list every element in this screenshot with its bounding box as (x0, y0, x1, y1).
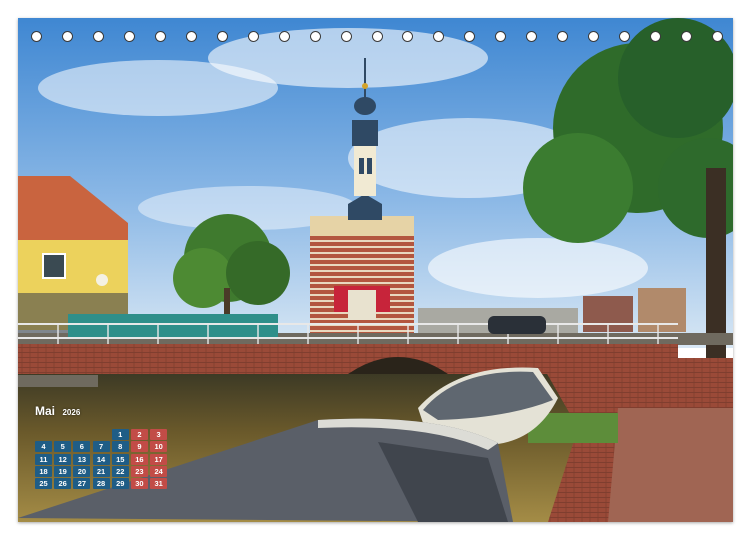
binding-hole (185, 31, 197, 42)
year-label: 2026 (62, 408, 81, 417)
calendar-day: 19 (54, 465, 72, 477)
binding-hole (92, 31, 104, 42)
calendar-empty-cell (35, 429, 52, 440)
calendar-day: 28 (92, 478, 110, 490)
calendar-day: 7 (92, 441, 110, 453)
binding-hole (402, 31, 414, 42)
calendar-day: 18 (35, 465, 52, 477)
calendar-day: 24 (150, 465, 168, 477)
calendar-day: 3 (150, 429, 168, 440)
calendar-day: 8 (111, 441, 129, 453)
binding-hole (61, 31, 73, 42)
calendar-day: 20 (73, 465, 91, 477)
binding-hole (247, 31, 259, 42)
calendar-day: 9 (130, 441, 148, 453)
calendar-day: 11 (35, 453, 52, 465)
calendar-day: 16 (130, 453, 148, 465)
calendar-day: 4 (35, 441, 52, 453)
calendar-day: 15 (111, 453, 129, 465)
binding-hole (433, 31, 445, 42)
binding-hole (712, 31, 723, 42)
calendar-day: 13 (73, 453, 91, 465)
calendar-day: 27 (73, 478, 91, 490)
binding-hole (681, 31, 693, 42)
calendar-day: 30 (130, 478, 148, 490)
month-calendar: Mai 2026 1 2 3 4 5 6 7 8 9 10 11 12 13 14 15 16 17 18 19 20… (35, 403, 171, 490)
month-name: Mai (35, 404, 56, 418)
calendar-day: 6 (73, 441, 91, 453)
calendar-day: 10 (150, 441, 168, 453)
calendar-day: 25 (35, 478, 52, 490)
calendar-day: 23 (130, 465, 148, 477)
calendar-day: 17 (150, 453, 168, 465)
calendar-day: 14 (92, 453, 110, 465)
binding-hole (340, 31, 352, 42)
calendar-day: 22 (111, 465, 129, 477)
calendar-day: 2 (130, 429, 148, 440)
calendar-empty-cell (73, 429, 90, 440)
calendar-day-grid: 1 2 3 4 5 6 7 8 9 10 11 12 13 14 15 16 17 18 19 20 21 22 23 24 2… (35, 429, 171, 490)
calendar-day: 5 (54, 441, 72, 453)
binding-hole (278, 31, 290, 42)
binding-hole (464, 31, 476, 42)
calendar-day: 29 (111, 478, 129, 490)
binding-hole (309, 31, 321, 42)
binding-hole (619, 31, 631, 42)
binding-hole (371, 31, 383, 42)
calendar-header: Mai 2026 (35, 403, 171, 419)
binding-hole (650, 31, 662, 42)
calendar-day: 12 (54, 453, 72, 465)
binding-hole (495, 31, 507, 42)
binding-hole (588, 31, 600, 42)
binding-hole (123, 31, 135, 42)
binding-hole (526, 31, 538, 42)
binding-hole (31, 31, 42, 42)
calendar-empty-cell (93, 429, 110, 440)
calendar-day: 21 (92, 465, 110, 477)
calendar-empty-cell (54, 429, 71, 440)
binding-hole (557, 31, 569, 42)
binding-holes (0, 31, 750, 47)
binding-hole (154, 31, 166, 42)
calendar-day: 31 (150, 478, 168, 490)
calendar-day: 26 (54, 478, 72, 490)
calendar-day: 1 (111, 429, 129, 440)
binding-hole (216, 31, 228, 42)
